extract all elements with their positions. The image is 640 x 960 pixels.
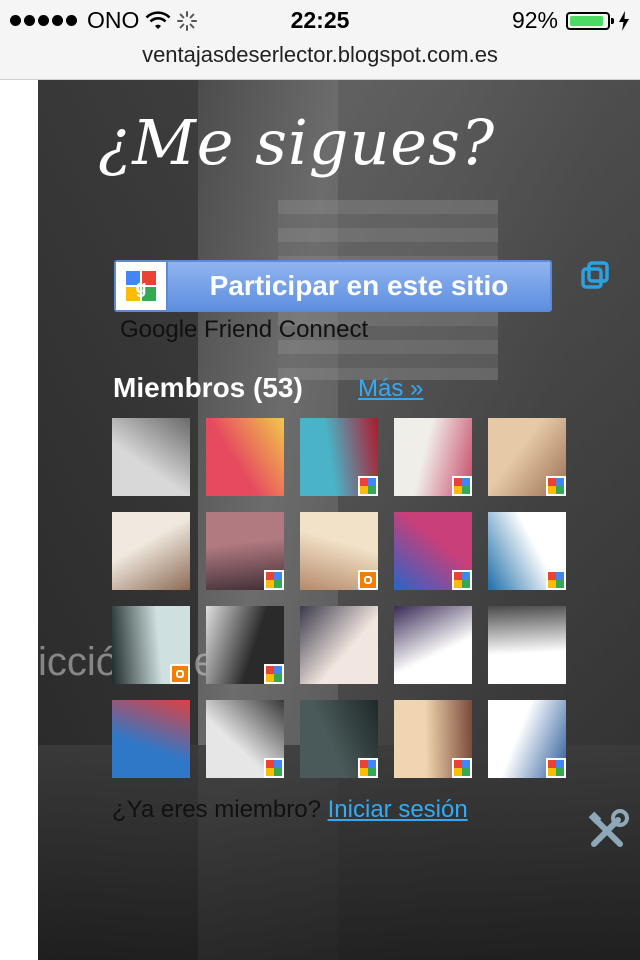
members-grid — [112, 418, 566, 778]
google-badge-icon — [264, 664, 284, 684]
tools-icon[interactable] — [584, 808, 630, 854]
member-avatar[interactable] — [394, 606, 472, 684]
google-badge-icon — [452, 758, 472, 778]
url-text[interactable]: ventajasdeserlector.blogspot.com.es — [142, 42, 498, 67]
svg-text:g: g — [136, 277, 147, 297]
blogger-badge-icon — [170, 664, 190, 684]
member-avatar[interactable] — [112, 606, 190, 684]
member-avatar[interactable] — [206, 606, 284, 684]
member-avatar[interactable] — [488, 418, 566, 496]
member-avatar[interactable] — [206, 512, 284, 590]
login-link[interactable]: Iniciar sesión — [328, 796, 468, 823]
member-avatar[interactable] — [394, 418, 472, 496]
provider-caption: Google Friend Connect — [120, 316, 369, 343]
members-heading: Miembros (53) — [113, 372, 303, 403]
battery-percent: 92% — [511, 7, 558, 33]
web-page: icció s d e ad. ¿Me sigues? g Participar… — [0, 80, 640, 960]
popout-icon[interactable] — [580, 260, 610, 290]
member-avatar[interactable] — [112, 700, 190, 778]
more-members-link[interactable]: Más » — [358, 375, 423, 403]
member-avatar[interactable] — [206, 418, 284, 496]
google-badge-icon — [452, 570, 472, 590]
already-member-row: ¿Ya eres miembro? Iniciar sesión — [112, 796, 468, 824]
google-badge-icon — [546, 476, 566, 496]
blogger-badge-icon — [358, 570, 378, 590]
google-badge-icon — [264, 758, 284, 778]
google-badge-icon — [358, 758, 378, 778]
member-avatar[interactable] — [112, 418, 190, 496]
address-bar[interactable]: ventajasdeserlector.blogspot.com.es — [0, 40, 640, 80]
member-avatar[interactable] — [488, 700, 566, 778]
charging-bolt-icon — [619, 10, 629, 31]
google-badge-icon — [546, 570, 566, 590]
member-avatar[interactable] — [300, 512, 378, 590]
member-avatar[interactable] — [488, 512, 566, 590]
battery-icon — [566, 11, 614, 30]
already-member-text: ¿Ya eres miembro? — [112, 796, 321, 823]
google-logo-icon: g — [116, 262, 168, 310]
member-avatar[interactable] — [300, 418, 378, 496]
status-bar: ONO 22:25 92% — [0, 0, 640, 40]
member-avatar[interactable] — [112, 512, 190, 590]
member-avatar[interactable] — [300, 700, 378, 778]
member-avatar[interactable] — [394, 700, 472, 778]
google-badge-icon — [546, 758, 566, 778]
status-right: 92% — [512, 7, 630, 34]
battery-level-fill — [570, 15, 604, 26]
google-badge-icon — [358, 476, 378, 496]
member-avatar[interactable] — [394, 512, 472, 590]
member-avatar[interactable] — [206, 700, 284, 778]
join-site-button[interactable]: g Participar en este sitio — [114, 260, 552, 312]
join-site-label: Participar en este sitio — [209, 270, 509, 301]
member-avatar[interactable] — [300, 606, 378, 684]
google-badge-icon — [452, 476, 472, 496]
widget-title: ¿Me sigues? — [98, 106, 496, 179]
google-badge-icon — [264, 570, 284, 590]
member-avatar[interactable] — [488, 606, 566, 684]
